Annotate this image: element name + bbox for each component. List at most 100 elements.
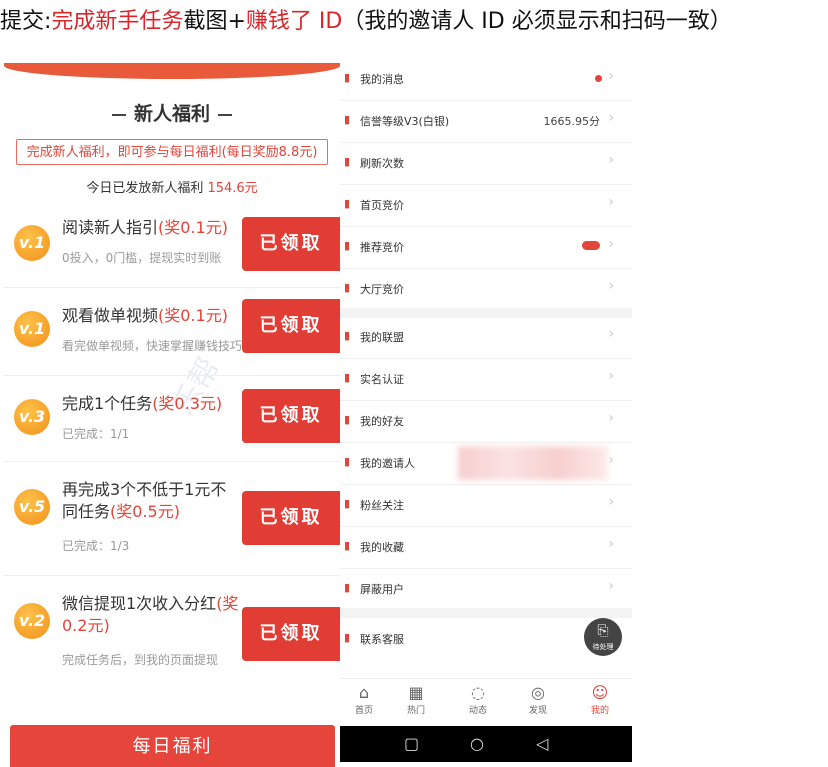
menu-item-messages[interactable]: ▮ 我的消息 › bbox=[340, 58, 632, 101]
task-item: v.1 观看做单视频(奖0.1元) 看完做单视频，快速掌握赚钱技巧 已领取 bbox=[4, 287, 340, 376]
refresh-icon: ▮ bbox=[344, 155, 351, 168]
menu-item-home-bid[interactable]: ▮ 首页竞价 › bbox=[340, 184, 632, 227]
tab-feed[interactable]: ◌ 动态 bbox=[458, 683, 498, 716]
menu-item-label: 我的邀请人 bbox=[360, 457, 415, 470]
task-progress: 已完成：1/1 bbox=[62, 427, 130, 441]
task-subtitle: 完成任务后，到我的页面提现 bbox=[62, 653, 219, 667]
level-badge-icon: v.1 bbox=[14, 311, 50, 347]
service-icon: ▮ bbox=[344, 631, 351, 644]
task-title: 完成1个任务(奖0.3元) bbox=[62, 393, 242, 415]
menu-item-label: 我的消息 bbox=[360, 73, 404, 86]
tab-label: 热门 bbox=[406, 706, 425, 716]
tab-discover[interactable]: ◎ 发现 bbox=[518, 683, 558, 716]
claimed-button[interactable]: 已领取 bbox=[242, 607, 340, 661]
issued-summary: 今日已发放新人福利 154.6元 bbox=[4, 177, 340, 196]
chevron-right-icon: › bbox=[608, 578, 614, 594]
fans-icon: ▮ bbox=[344, 497, 351, 510]
level-badge-icon: v.1 bbox=[14, 225, 50, 261]
menu-item-label: 联系客服 bbox=[360, 633, 404, 646]
system-nav-bar: ▢ ○ ◁ bbox=[340, 726, 632, 762]
claimed-button[interactable]: 已领取 bbox=[242, 491, 340, 545]
task-reward: (奖0.5元) bbox=[110, 502, 180, 521]
title-suffix: （我的邀请人 ID 必须显示和扫码一致） bbox=[342, 9, 732, 34]
fab-label: 待处理 bbox=[592, 643, 614, 651]
bottom-tab-bar: ⌂ 首页 ▦ 热门 ◌ 动态 ◎ 发现 ☺ 我的 bbox=[340, 678, 632, 725]
claimed-button[interactable]: 已领取 bbox=[242, 299, 340, 353]
level-badge-icon: v.3 bbox=[14, 399, 50, 435]
tab-hot[interactable]: ▦ 热门 bbox=[396, 683, 436, 716]
chevron-right-icon: › bbox=[608, 110, 614, 126]
task-title-text: 观看做单视频 bbox=[62, 306, 159, 325]
menu-item-refresh-count[interactable]: ▮ 刷新次数 › bbox=[340, 142, 632, 185]
menu-item-real-name[interactable]: ▮ 实名认证 › bbox=[340, 358, 632, 401]
task-subtitle: 0投入，0门槛，提现实时到账 bbox=[62, 251, 222, 265]
chevron-right-icon: › bbox=[608, 410, 614, 426]
back-icon[interactable]: ◁ bbox=[536, 734, 548, 753]
block-icon: ▮ bbox=[344, 581, 351, 594]
menu-item-label: 首页竞价 bbox=[360, 199, 404, 212]
discover-icon: ◎ bbox=[531, 683, 545, 702]
hot-icon: ▦ bbox=[408, 683, 424, 702]
menu-item-hall-bid[interactable]: ▮ 大厅竞价 › bbox=[340, 268, 632, 310]
inviter-icon: ▮ bbox=[344, 455, 351, 468]
redacted-inviter-id bbox=[458, 446, 608, 480]
task-reward: (奖0.3元) bbox=[152, 394, 223, 413]
banner-decoration bbox=[4, 63, 340, 79]
bid-icon: ▮ bbox=[344, 197, 351, 210]
menu-item-label: 我的联盟 bbox=[360, 331, 404, 344]
tab-profile[interactable]: ☺ 我的 bbox=[580, 683, 620, 716]
welfare-notice: 完成新人福利，即可参与每日福利(每日奖励8.8元) bbox=[16, 139, 328, 165]
tab-label: 首页 bbox=[354, 706, 373, 716]
menu-item-label: 屏蔽用户 bbox=[360, 583, 404, 596]
chevron-right-icon: › bbox=[608, 152, 614, 168]
menu-item-label: 信誉等级V3(白银) bbox=[360, 115, 450, 128]
section-divider bbox=[340, 608, 632, 618]
level-badge-icon: v.2 bbox=[14, 603, 50, 639]
tab-label: 发现 bbox=[528, 706, 547, 716]
menu-item-label: 大厅竞价 bbox=[360, 283, 404, 296]
claimed-button[interactable]: 已领取 bbox=[242, 389, 340, 443]
menu-item-recommend-bid[interactable]: ▮ 推荐竞价 › bbox=[340, 226, 632, 269]
task-reward: (奖0.1元) bbox=[158, 218, 228, 237]
id-card-icon: ▮ bbox=[344, 371, 351, 384]
tab-home[interactable]: ⌂ 首页 bbox=[344, 683, 384, 716]
task-item: v.1 阅读新人指引(奖0.1元) 0投入，0门槛，提现实时到账 已领取 bbox=[4, 205, 340, 288]
friends-icon: ▮ bbox=[344, 413, 351, 426]
task-item: v.2 微信提现1次收入分红(奖0.2元) 完成任务后，到我的页面提现 已领取 bbox=[4, 575, 340, 687]
menu-item-favorites[interactable]: ▮ 我的收藏 › bbox=[340, 526, 632, 569]
tab-label: 我的 bbox=[590, 706, 609, 716]
claimed-button[interactable]: 已领取 bbox=[242, 217, 340, 271]
task-title: 观看做单视频(奖0.1元) bbox=[62, 305, 242, 327]
task-title-text: 微信提现1次收入分红 bbox=[62, 594, 217, 613]
feed-icon: ◌ bbox=[471, 683, 485, 702]
alliance-icon: ▮ bbox=[344, 329, 351, 342]
menu-item-blocked-users[interactable]: ▮ 屏蔽用户 › bbox=[340, 568, 632, 610]
welfare-heading-text: 新人福利 bbox=[133, 103, 210, 125]
issued-amount: 154.6元 bbox=[207, 181, 258, 196]
medal-icon: ▮ bbox=[344, 113, 351, 126]
chevron-right-icon: › bbox=[608, 494, 614, 510]
menu-item-fans[interactable]: ▮ 粉丝关注 › bbox=[340, 484, 632, 527]
welfare-heading: 新人福利 bbox=[4, 99, 340, 126]
pending-fab-button[interactable]: ⎘ 待处理 bbox=[584, 618, 622, 656]
menu-item-credit-level[interactable]: ▮ 信誉等级V3(白银) 1665.95分 › bbox=[340, 100, 632, 143]
menu-item-alliance[interactable]: ▮ 我的联盟 › bbox=[340, 316, 632, 359]
chevron-right-icon: › bbox=[608, 68, 614, 84]
recommend-icon: ▮ bbox=[344, 239, 351, 252]
daily-welfare-button[interactable]: 每日福利 bbox=[10, 725, 335, 767]
task-title: 阅读新人指引(奖0.1元) bbox=[62, 217, 242, 239]
recents-icon[interactable]: ▢ bbox=[404, 734, 419, 753]
chevron-right-icon: › bbox=[608, 278, 614, 294]
menu-item-label: 刷新次数 bbox=[360, 157, 404, 170]
task-reward: (奖0.1元) bbox=[158, 306, 228, 325]
menu-item-label: 推荐竞价 bbox=[360, 241, 404, 254]
profile-screenshot: ▮ 我的消息 › ▮ 信誉等级V3(白银) 1665.95分 › ▮ 刷新次数 … bbox=[340, 58, 632, 767]
home-circle-icon[interactable]: ○ bbox=[470, 734, 484, 753]
menu-item-friends[interactable]: ▮ 我的好友 › bbox=[340, 400, 632, 443]
tab-label: 动态 bbox=[468, 706, 487, 716]
chevron-right-icon: › bbox=[608, 452, 614, 468]
task-item: v.3 完成1个任务(奖0.3元) 已完成：1/1 已领取 bbox=[4, 375, 340, 462]
menu-item-label: 我的好友 bbox=[360, 415, 404, 428]
profile-icon: ☺ bbox=[591, 683, 609, 702]
bell-icon: ▮ bbox=[344, 71, 351, 84]
